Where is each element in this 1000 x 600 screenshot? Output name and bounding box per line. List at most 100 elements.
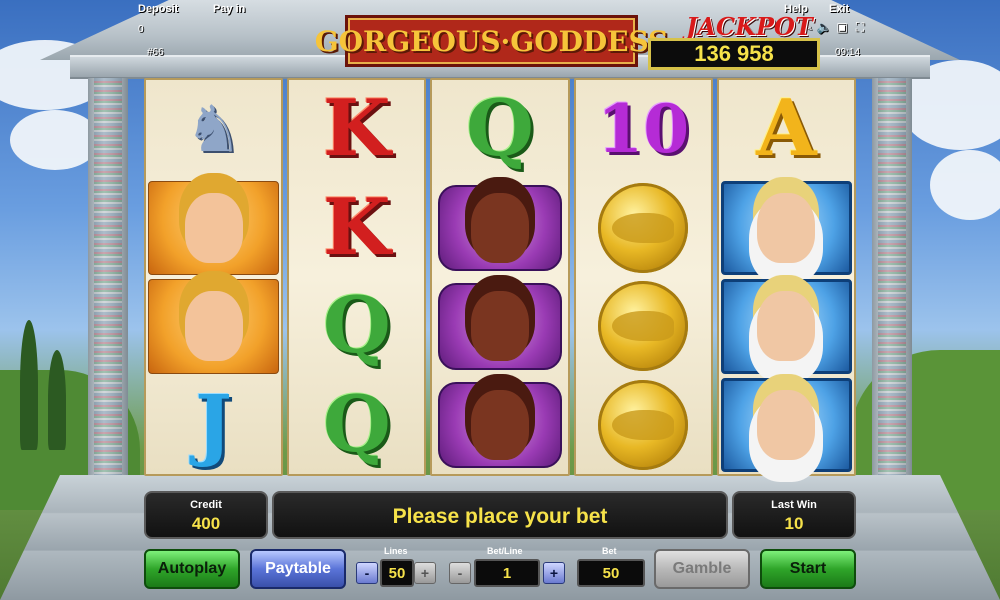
gamble-button[interactable]: Gamble — [654, 549, 750, 589]
reel-symbol-zeus — [719, 277, 854, 376]
gold-coin-icon — [598, 182, 689, 273]
game-title-banner: GORGEOUS·GODDESS — [315, 15, 668, 67]
lines-increase-button[interactable]: + — [414, 562, 436, 584]
coin-emblem — [612, 409, 675, 440]
reel-symbol-a: A — [719, 80, 854, 179]
exit-button[interactable]: Exit — [829, 3, 849, 15]
a-symbol: A — [756, 83, 817, 175]
reel-symbol-warrior — [432, 277, 567, 376]
reel-symbol-k: K — [289, 179, 424, 278]
gold-coin-icon — [598, 281, 689, 372]
zeus-icon — [720, 377, 853, 472]
bet-label: Bet — [602, 546, 617, 556]
paytable-button[interactable]: Paytable — [250, 549, 346, 589]
cloud — [10, 110, 100, 170]
paylines-indicator — [94, 78, 122, 478]
reel-symbol-warrior — [432, 376, 567, 475]
jackpot-label: JACKPOT — [686, 12, 813, 41]
coin-emblem — [612, 212, 675, 243]
last-win-label: Last Win — [771, 499, 817, 511]
autoplay-button[interactable]: Autoplay — [144, 549, 240, 589]
jackpot-display: 136 958 — [648, 38, 820, 70]
reel-3: Q — [430, 78, 570, 476]
goddess-face — [184, 192, 243, 263]
deposit-label[interactable]: Deposit — [138, 3, 178, 15]
zeus-face — [757, 389, 816, 460]
lines-value: 50 — [380, 559, 414, 587]
zeus-icon — [720, 180, 853, 275]
game-title: GORGEOUS·GODDESS — [314, 24, 669, 58]
reel-4: 10 — [573, 78, 713, 476]
reel-area: ♞ J K K Q Q Q 10 A — [144, 78, 857, 476]
status-message: Please place your bet — [392, 505, 608, 528]
reel-symbol-warrior — [432, 179, 567, 278]
temple-column-right — [872, 78, 912, 478]
cloud — [930, 150, 1000, 220]
goddess-face — [184, 291, 243, 362]
reel-symbol-zeus — [719, 376, 854, 475]
game-number: #66 — [147, 47, 164, 58]
warrior-face — [471, 192, 529, 263]
coin-emblem — [612, 311, 675, 342]
reel-symbol-j: J — [146, 376, 281, 475]
deposit-value: 0 — [138, 24, 144, 35]
pegasus-statue-icon: ♞ — [184, 92, 243, 165]
reel-symbol-10: 10 — [576, 80, 711, 179]
pay-in-button[interactable]: Pay in — [213, 3, 245, 15]
jackpot-value: 136 958 — [694, 41, 774, 66]
goddess-icon — [148, 279, 280, 374]
reel-symbol-k: K — [289, 80, 424, 179]
reel-symbol-zeus — [719, 179, 854, 278]
warrior-icon — [438, 184, 562, 271]
credit-panel: Credit 400 — [144, 491, 268, 539]
reel-symbol-goddess — [146, 277, 281, 376]
tree — [48, 350, 66, 450]
q-symbol: Q — [466, 83, 534, 175]
bet-per-line-label: Bet/Line — [487, 546, 523, 556]
q-symbol: Q — [322, 280, 391, 372]
lines-decrease-button[interactable]: - — [356, 562, 378, 584]
temple-column-left — [88, 78, 128, 478]
gold-coin-icon — [598, 379, 689, 470]
warrior-face — [471, 389, 529, 460]
fullscreen-icon[interactable]: ⛶ — [852, 20, 868, 34]
warrior-face — [471, 291, 529, 362]
reel-symbol-coin — [576, 376, 711, 475]
k-symbol: K — [322, 83, 391, 175]
lines-label: Lines — [384, 546, 408, 556]
goddess-icon — [148, 180, 280, 275]
reel-5: A — [716, 78, 857, 476]
paylines-indicator — [878, 78, 906, 478]
bet-value: 50 — [577, 559, 645, 587]
last-win-panel: Last Win 10 — [732, 491, 856, 539]
reel-2: K K Q Q — [287, 78, 427, 476]
clock: 09:14 — [835, 47, 861, 58]
bet-per-line-value: 1 — [474, 559, 540, 587]
tree — [20, 320, 38, 450]
reel-symbol-q: Q — [289, 376, 424, 475]
k-symbol: K — [322, 181, 391, 273]
q-symbol: Q — [322, 378, 391, 470]
ten-symbol: 10 — [597, 90, 690, 169]
warrior-icon — [438, 381, 562, 468]
zeus-face — [757, 192, 816, 263]
credit-label: Credit — [190, 499, 222, 511]
reel-symbol-coin — [576, 179, 711, 278]
credit-value: 400 — [191, 514, 221, 533]
bet-line-decrease-button[interactable]: - — [449, 562, 471, 584]
warrior-icon — [438, 283, 562, 370]
window-icon[interactable]: ▣ — [834, 20, 850, 34]
bet-line-increase-button[interactable]: + — [543, 562, 565, 584]
reel-symbol-q: Q — [289, 277, 424, 376]
reel-1: ♞ J — [144, 78, 284, 476]
sound-icon[interactable]: 🔈 — [816, 20, 832, 34]
zeus-icon — [720, 279, 853, 374]
reel-symbol-goddess — [146, 179, 281, 278]
message-panel: Please place your bet — [272, 491, 728, 539]
start-button[interactable]: Start — [760, 549, 856, 589]
reel-symbol-q: Q — [432, 80, 567, 179]
reel-symbol-pegasus: ♞ — [146, 80, 281, 179]
j-symbol: J — [195, 378, 233, 470]
last-win-value: 10 — [784, 514, 804, 533]
zeus-face — [757, 291, 816, 362]
